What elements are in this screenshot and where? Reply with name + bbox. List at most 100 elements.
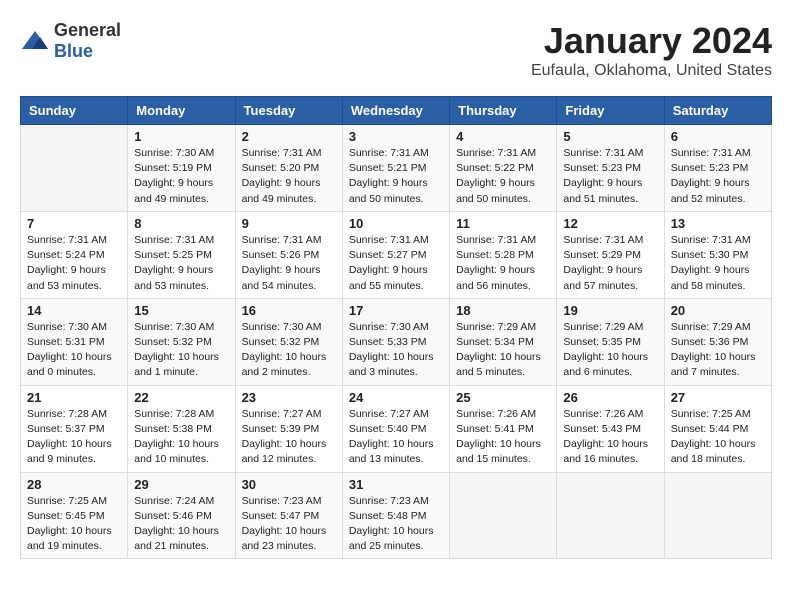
day-header-thursday: Thursday	[450, 97, 557, 125]
day-number: 19	[563, 303, 657, 318]
calendar-cell: 15 Sunrise: 7:30 AM Sunset: 5:32 PM Dayli…	[128, 298, 235, 385]
calendar-cell: 19 Sunrise: 7:29 AM Sunset: 5:35 PM Dayli…	[557, 298, 664, 385]
day-number: 2	[242, 129, 336, 144]
day-number: 14	[27, 303, 121, 318]
calendar-cell	[664, 472, 771, 559]
logo-icon	[20, 29, 50, 53]
calendar-week-row: 14 Sunrise: 7:30 AM Sunset: 5:31 PM Dayli…	[21, 298, 772, 385]
day-number: 24	[349, 390, 443, 405]
day-info: Sunrise: 7:25 AM Sunset: 5:44 PM Dayligh…	[671, 407, 765, 468]
calendar-cell: 1 Sunrise: 7:30 AM Sunset: 5:19 PM Daylig…	[128, 125, 235, 212]
day-header-tuesday: Tuesday	[235, 97, 342, 125]
calendar-cell: 23 Sunrise: 7:27 AM Sunset: 5:39 PM Dayli…	[235, 385, 342, 472]
day-info: Sunrise: 7:31 AM Sunset: 5:28 PM Dayligh…	[456, 233, 550, 294]
day-info: Sunrise: 7:31 AM Sunset: 5:23 PM Dayligh…	[563, 146, 657, 207]
day-info: Sunrise: 7:25 AM Sunset: 5:45 PM Dayligh…	[27, 494, 121, 555]
calendar-cell: 9 Sunrise: 7:31 AM Sunset: 5:26 PM Daylig…	[235, 211, 342, 298]
day-number: 15	[134, 303, 228, 318]
location: Eufaula, Oklahoma, United States	[531, 62, 772, 80]
calendar-table: SundayMondayTuesdayWednesdayThursdayFrid…	[20, 96, 772, 559]
calendar-cell: 30Sunrise: 7:23 AM Sunset: 5:47 PM Dayli…	[235, 472, 342, 559]
day-info: Sunrise: 7:31 AM Sunset: 5:25 PM Dayligh…	[134, 233, 228, 294]
day-number: 16	[242, 303, 336, 318]
day-number: 13	[671, 216, 765, 231]
day-number: 8	[134, 216, 228, 231]
day-number: 11	[456, 216, 550, 231]
day-number: 27	[671, 390, 765, 405]
calendar-cell: 5Sunrise: 7:31 AM Sunset: 5:23 PM Daylig…	[557, 125, 664, 212]
day-number: 7	[27, 216, 121, 231]
page-header: General Blue January 2024 Eufaula, Oklah…	[20, 20, 772, 80]
month-year: January 2024	[531, 20, 772, 62]
day-info: Sunrise: 7:31 AM Sunset: 5:20 PM Dayligh…	[242, 146, 336, 207]
calendar-cell: 31Sunrise: 7:23 AM Sunset: 5:48 PM Dayli…	[342, 472, 449, 559]
calendar-cell	[557, 472, 664, 559]
day-info: Sunrise: 7:23 AM Sunset: 5:48 PM Dayligh…	[349, 494, 443, 555]
day-number: 29	[134, 477, 228, 492]
day-info: Sunrise: 7:31 AM Sunset: 5:24 PM Dayligh…	[27, 233, 121, 294]
calendar-cell: 11 Sunrise: 7:31 AM Sunset: 5:28 PM Dayli…	[450, 211, 557, 298]
calendar-cell: 28 Sunrise: 7:25 AM Sunset: 5:45 PM Dayli…	[21, 472, 128, 559]
calendar-week-row: 21Sunrise: 7:28 AM Sunset: 5:37 PM Dayli…	[21, 385, 772, 472]
day-info: Sunrise: 7:29 AM Sunset: 5:35 PM Dayligh…	[563, 320, 657, 381]
logo: General Blue	[20, 20, 121, 62]
day-number: 6	[671, 129, 765, 144]
day-number: 23	[242, 390, 336, 405]
day-info: Sunrise: 7:30 AM Sunset: 5:31 PM Dayligh…	[27, 320, 121, 381]
day-info: Sunrise: 7:30 AM Sunset: 5:19 PM Dayligh…	[134, 146, 228, 207]
calendar-cell: 22 Sunrise: 7:28 AM Sunset: 5:38 PM Dayli…	[128, 385, 235, 472]
day-header-wednesday: Wednesday	[342, 97, 449, 125]
logo-text: General Blue	[54, 20, 121, 62]
day-info: Sunrise: 7:31 AM Sunset: 5:30 PM Dayligh…	[671, 233, 765, 294]
day-header-sunday: Sunday	[21, 97, 128, 125]
day-info: Sunrise: 7:31 AM Sunset: 5:26 PM Dayligh…	[242, 233, 336, 294]
calendar-header-row: SundayMondayTuesdayWednesdayThursdayFrid…	[21, 97, 772, 125]
calendar-cell	[450, 472, 557, 559]
calendar-cell: 13 Sunrise: 7:31 AM Sunset: 5:30 PM Dayli…	[664, 211, 771, 298]
day-info: Sunrise: 7:28 AM Sunset: 5:38 PM Dayligh…	[134, 407, 228, 468]
calendar-cell: 3Sunrise: 7:31 AM Sunset: 5:21 PM Daylig…	[342, 125, 449, 212]
day-number: 28	[27, 477, 121, 492]
day-info: Sunrise: 7:31 AM Sunset: 5:23 PM Dayligh…	[671, 146, 765, 207]
day-number: 3	[349, 129, 443, 144]
calendar-cell: 27 Sunrise: 7:25 AM Sunset: 5:44 PM Dayli…	[664, 385, 771, 472]
day-number: 25	[456, 390, 550, 405]
day-info: Sunrise: 7:30 AM Sunset: 5:32 PM Dayligh…	[242, 320, 336, 381]
day-info: Sunrise: 7:31 AM Sunset: 5:27 PM Dayligh…	[349, 233, 443, 294]
day-info: Sunrise: 7:30 AM Sunset: 5:32 PM Dayligh…	[134, 320, 228, 381]
calendar-week-row: 28 Sunrise: 7:25 AM Sunset: 5:45 PM Dayli…	[21, 472, 772, 559]
calendar-cell: 20Sunrise: 7:29 AM Sunset: 5:36 PM Dayli…	[664, 298, 771, 385]
day-info: Sunrise: 7:26 AM Sunset: 5:43 PM Dayligh…	[563, 407, 657, 468]
logo-general: General	[54, 20, 121, 40]
day-header-friday: Friday	[557, 97, 664, 125]
calendar-cell: 2 Sunrise: 7:31 AM Sunset: 5:20 PM Daylig…	[235, 125, 342, 212]
day-header-monday: Monday	[128, 97, 235, 125]
day-header-saturday: Saturday	[664, 97, 771, 125]
calendar-cell	[21, 125, 128, 212]
calendar-cell: 17Sunrise: 7:30 AM Sunset: 5:33 PM Dayli…	[342, 298, 449, 385]
day-info: Sunrise: 7:27 AM Sunset: 5:39 PM Dayligh…	[242, 407, 336, 468]
day-info: Sunrise: 7:29 AM Sunset: 5:36 PM Dayligh…	[671, 320, 765, 381]
day-number: 26	[563, 390, 657, 405]
day-number: 1	[134, 129, 228, 144]
logo-blue: Blue	[54, 41, 93, 61]
calendar-cell: 25Sunrise: 7:26 AM Sunset: 5:41 PM Dayli…	[450, 385, 557, 472]
day-info: Sunrise: 7:30 AM Sunset: 5:33 PM Dayligh…	[349, 320, 443, 381]
day-number: 4	[456, 129, 550, 144]
day-info: Sunrise: 7:24 AM Sunset: 5:46 PM Dayligh…	[134, 494, 228, 555]
calendar-cell: 24Sunrise: 7:27 AM Sunset: 5:40 PM Dayli…	[342, 385, 449, 472]
day-number: 21	[27, 390, 121, 405]
calendar-week-row: 7 Sunrise: 7:31 AM Sunset: 5:24 PM Daylig…	[21, 211, 772, 298]
calendar-cell: 26 Sunrise: 7:26 AM Sunset: 5:43 PM Dayli…	[557, 385, 664, 472]
calendar-cell: 12Sunrise: 7:31 AM Sunset: 5:29 PM Dayli…	[557, 211, 664, 298]
day-number: 22	[134, 390, 228, 405]
day-number: 10	[349, 216, 443, 231]
day-info: Sunrise: 7:23 AM Sunset: 5:47 PM Dayligh…	[242, 494, 336, 555]
calendar-cell: 14 Sunrise: 7:30 AM Sunset: 5:31 PM Dayli…	[21, 298, 128, 385]
calendar-week-row: 1 Sunrise: 7:30 AM Sunset: 5:19 PM Daylig…	[21, 125, 772, 212]
calendar-cell: 10 Sunrise: 7:31 AM Sunset: 5:27 PM Dayli…	[342, 211, 449, 298]
calendar-cell: 21Sunrise: 7:28 AM Sunset: 5:37 PM Dayli…	[21, 385, 128, 472]
day-number: 18	[456, 303, 550, 318]
day-info: Sunrise: 7:29 AM Sunset: 5:34 PM Dayligh…	[456, 320, 550, 381]
day-number: 9	[242, 216, 336, 231]
